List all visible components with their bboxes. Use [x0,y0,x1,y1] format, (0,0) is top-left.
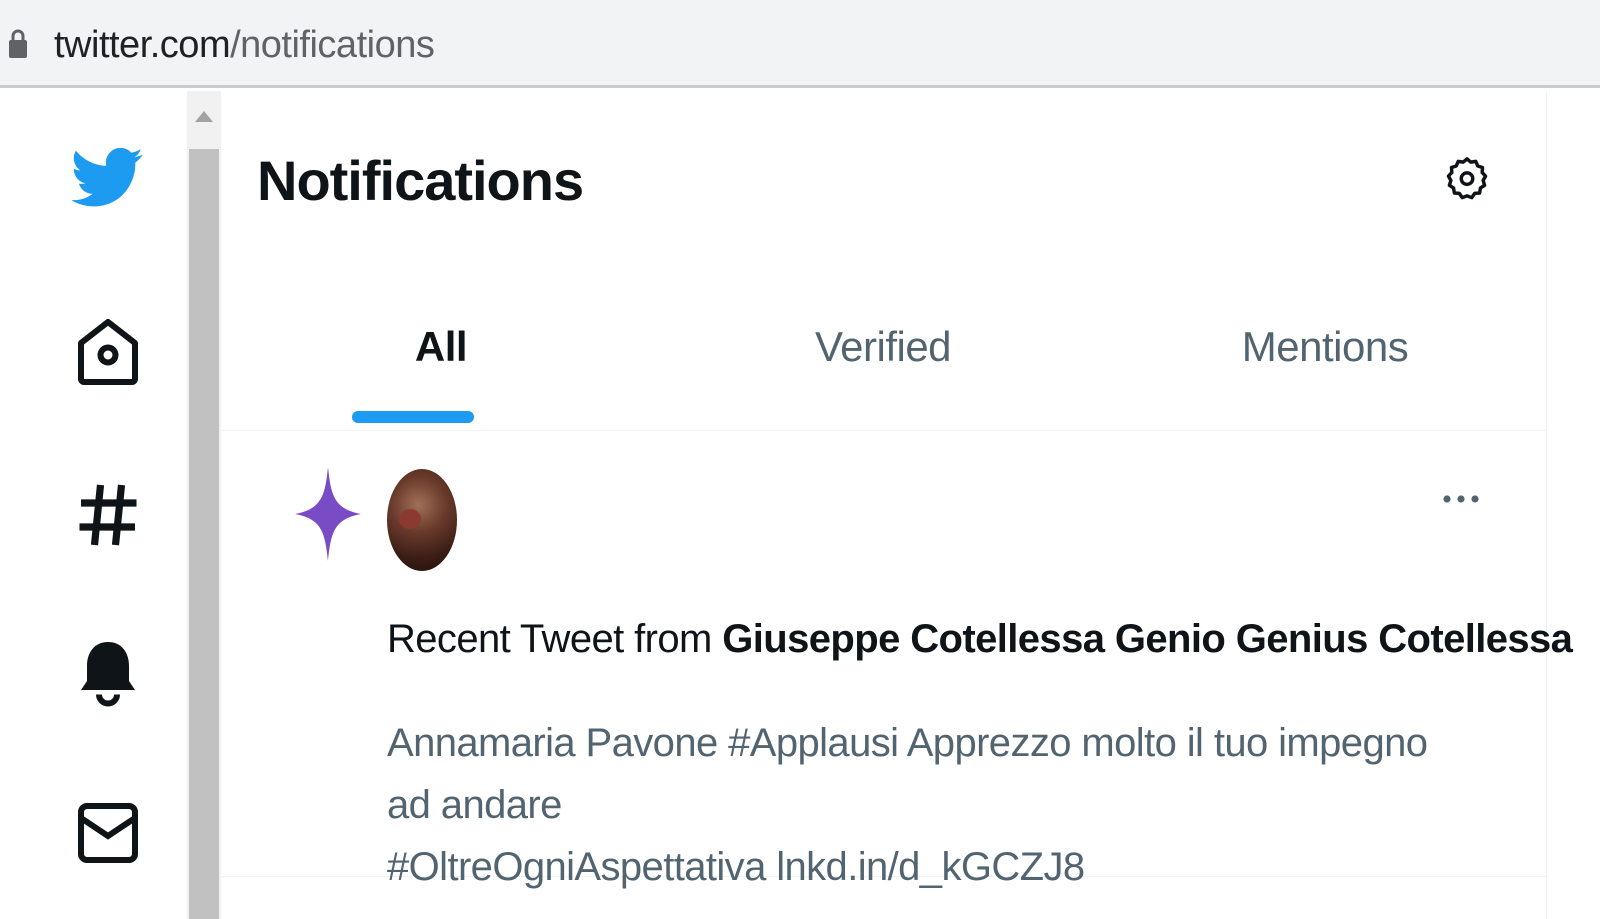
scroll-up-arrow-icon[interactable] [195,111,213,122]
notification-headline: Recent Tweet from Giuseppe Cotellessa Ge… [387,610,1573,668]
url-path: /notifications [230,24,435,66]
home-icon[interactable] [72,316,144,388]
more-options-icon[interactable] [1441,492,1481,506]
tweet-text-line-1: Annamaria Pavone #Applausi Apprezzo molt… [387,721,1428,827]
notification-item[interactable]: Recent Tweet from Giuseppe Cotellessa Ge… [221,432,1573,889]
left-navigation [0,91,187,919]
tweet-text-line-2: #OltreOgniAspettativa lnkd.in/d_kGCZJ8 [387,845,1085,889]
tweet-text[interactable]: Annamaria Pavone #Applausi Apprezzo molt… [387,712,1467,898]
page-title: Notifications [257,149,584,212]
notifications-bell-icon[interactable] [72,636,144,708]
gear-icon[interactable] [1444,151,1490,207]
browser-address-bar[interactable]: twitter.com/notifications [0,0,1600,88]
messages-envelope-icon[interactable] [72,797,144,869]
avatar[interactable] [387,469,457,571]
tab-verified[interactable]: Verified [663,291,1103,431]
tab-mentions[interactable]: Mentions [1105,291,1545,431]
lock-icon [9,29,27,58]
sparkle-icon [295,467,361,561]
explore-hashtag-icon[interactable] [72,479,144,551]
url-text[interactable]: twitter.com/notifications [54,20,435,70]
scrollbar-thumb[interactable] [189,149,219,919]
headline-prefix: Recent Tweet from [387,617,723,661]
tab-all[interactable]: All [221,291,661,431]
url-domain: twitter.com [54,24,231,66]
vertical-scrollbar[interactable] [187,91,221,919]
notifications-column: Notifications All Verified Mentions Rece… [221,91,1573,919]
author-name[interactable]: Giuseppe Cotellessa Genio Genius Cotelle… [722,617,1573,661]
notification-tabs: All Verified Mentions [221,291,1547,431]
twitter-bird-logo-icon[interactable] [72,141,144,213]
active-tab-indicator [352,411,474,423]
